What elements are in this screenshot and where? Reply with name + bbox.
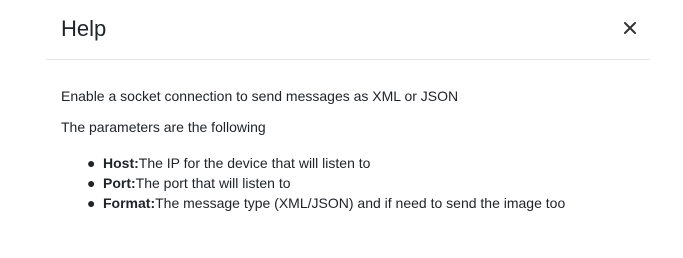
param-name: Host: — [103, 155, 139, 171]
param-name: Format: — [103, 195, 156, 211]
param-description: The port that will listen to — [135, 175, 291, 191]
param-description: The IP for the device that will listen t… — [138, 155, 371, 171]
close-button[interactable] — [616, 14, 644, 42]
intro-text: Enable a socket connection to send messa… — [61, 88, 459, 104]
help-dialog: Help Enable a socket connection to send … — [0, 0, 683, 258]
bullet-icon: ● — [87, 175, 96, 191]
dialog-body: Enable a socket connection to send messa… — [61, 86, 641, 213]
params-heading: The parameters are the following — [61, 119, 266, 135]
dialog-header: Help — [46, 0, 650, 60]
param-description: The message type (XML/JSON) and if need … — [155, 195, 566, 211]
list-item-host: ● Host:The IP for the device that will l… — [87, 153, 641, 173]
params-list: ● Host:The IP for the device that will l… — [61, 153, 641, 213]
param-name: Port: — [103, 175, 136, 191]
list-item-format: ● Format:The message type (XML/JSON) and… — [87, 193, 641, 213]
dialog-title: Help — [61, 16, 107, 41]
close-icon — [624, 22, 636, 34]
list-item-port: ● Port:The port that will listen to — [87, 173, 641, 193]
bullet-icon: ● — [87, 195, 96, 211]
bullet-icon: ● — [87, 155, 96, 171]
